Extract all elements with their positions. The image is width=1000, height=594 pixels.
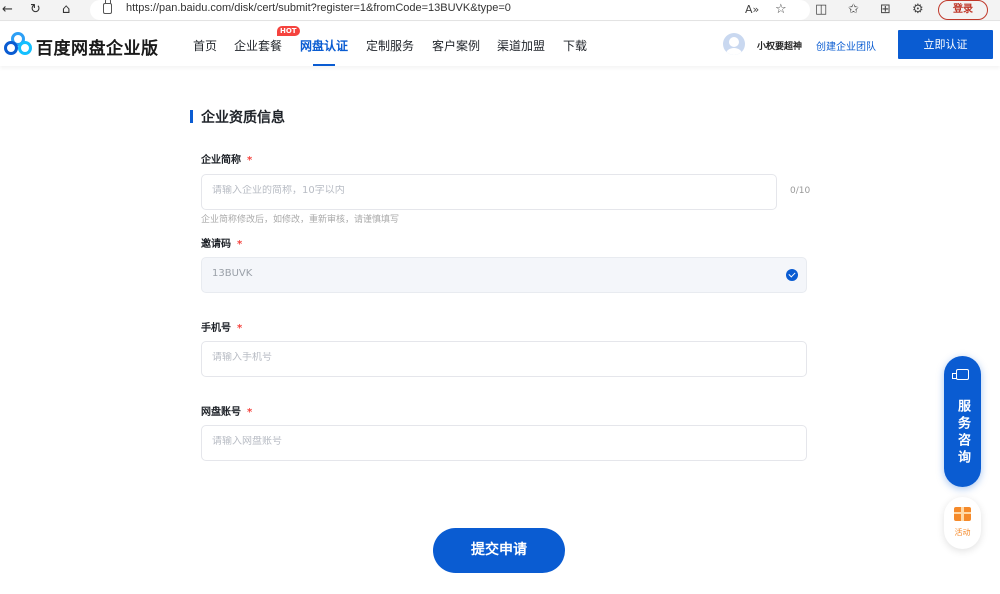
nav-cases[interactable]: 客户案例 xyxy=(432,37,480,54)
home-icon[interactable]: ⌂ xyxy=(62,1,70,19)
field-label-invite-code: 邀请码 * xyxy=(201,239,243,250)
activity-label: 活动 xyxy=(954,528,971,537)
lock-icon xyxy=(103,0,112,14)
hot-badge: HOT xyxy=(277,26,300,36)
submit-application-button[interactable]: 提交申请 xyxy=(433,528,565,573)
favorite-star-icon[interactable]: ☆ xyxy=(775,1,787,19)
browser-toolbar: ← ↻ ⌂ https://pan.baidu.com/disk/cert/su… xyxy=(0,0,1000,21)
create-team-link[interactable]: 创建企业团队 xyxy=(816,38,876,53)
extensions-icon[interactable]: ⚙ xyxy=(912,1,924,19)
service-consult-label: 服务咨询 xyxy=(955,399,970,467)
field-label-phone: 手机号 * xyxy=(201,323,243,334)
split-screen-icon[interactable]: ◫ xyxy=(815,1,827,19)
nav-cert[interactable]: 网盘认证 xyxy=(300,37,348,54)
phone-input[interactable] xyxy=(212,352,732,363)
verified-check-icon xyxy=(786,269,798,281)
company-short-name-input[interactable] xyxy=(212,185,732,196)
company-name-hint: 企业简称修改后，如修改，重新审核，请谨慎填写 xyxy=(201,215,400,225)
favorites-icon[interactable]: ✩ xyxy=(848,1,859,19)
section-title: 企业资质信息 xyxy=(201,110,285,126)
required-mark: * xyxy=(247,155,253,166)
netdisk-account-input[interactable] xyxy=(212,436,732,447)
char-counter: 0/10 xyxy=(790,186,811,196)
invite-code-input xyxy=(212,268,732,279)
field-label-netdisk-account: 网盘账号 * xyxy=(201,407,253,418)
chat-icon xyxy=(952,369,969,380)
field-label-company-short-name: 企业简称 * xyxy=(201,155,253,166)
required-mark: * xyxy=(237,239,243,250)
username[interactable]: 小权要超神 xyxy=(757,39,802,52)
brand-name[interactable]: 百度网盘企业版 xyxy=(36,34,159,59)
required-mark: * xyxy=(237,323,243,334)
back-icon[interactable]: ← xyxy=(2,1,13,19)
activity-widget[interactable]: 活动 xyxy=(944,497,981,549)
company-short-name-field[interactable] xyxy=(201,174,777,210)
site-header: 百度网盘企业版 首页 企业套餐 HOT 网盘认证 定制服务 客户案例 渠道加盟 … xyxy=(0,22,1000,66)
gift-icon xyxy=(954,507,971,521)
read-aloud-icon[interactable]: A» xyxy=(745,1,759,19)
url-text[interactable]: https://pan.baidu.com/disk/cert/submit?r… xyxy=(126,2,511,14)
nav-active-underline xyxy=(313,64,335,66)
browser-login-button[interactable]: 登录 xyxy=(938,0,988,20)
avatar[interactable] xyxy=(723,33,745,55)
nav-download[interactable]: 下载 xyxy=(563,37,587,54)
service-consult-widget[interactable]: 服务咨询 xyxy=(944,356,981,487)
baidu-netdisk-logo[interactable] xyxy=(4,32,32,56)
nav-packages[interactable]: 企业套餐 xyxy=(234,37,282,54)
section-accent-bar xyxy=(190,110,193,123)
phone-field[interactable] xyxy=(201,341,807,377)
nav-custom-service[interactable]: 定制服务 xyxy=(366,37,414,54)
nav-partners[interactable]: 渠道加盟 xyxy=(497,37,545,54)
netdisk-account-field[interactable] xyxy=(201,425,807,461)
refresh-icon[interactable]: ↻ xyxy=(30,1,41,19)
nav-home[interactable]: 首页 xyxy=(193,37,217,54)
certify-now-button[interactable]: 立即认证 xyxy=(898,30,993,59)
collections-icon[interactable]: ⊞ xyxy=(880,1,891,19)
address-bar[interactable]: https://pan.baidu.com/disk/cert/submit?r… xyxy=(90,0,810,20)
required-mark: * xyxy=(247,407,253,418)
invite-code-field xyxy=(201,257,807,293)
